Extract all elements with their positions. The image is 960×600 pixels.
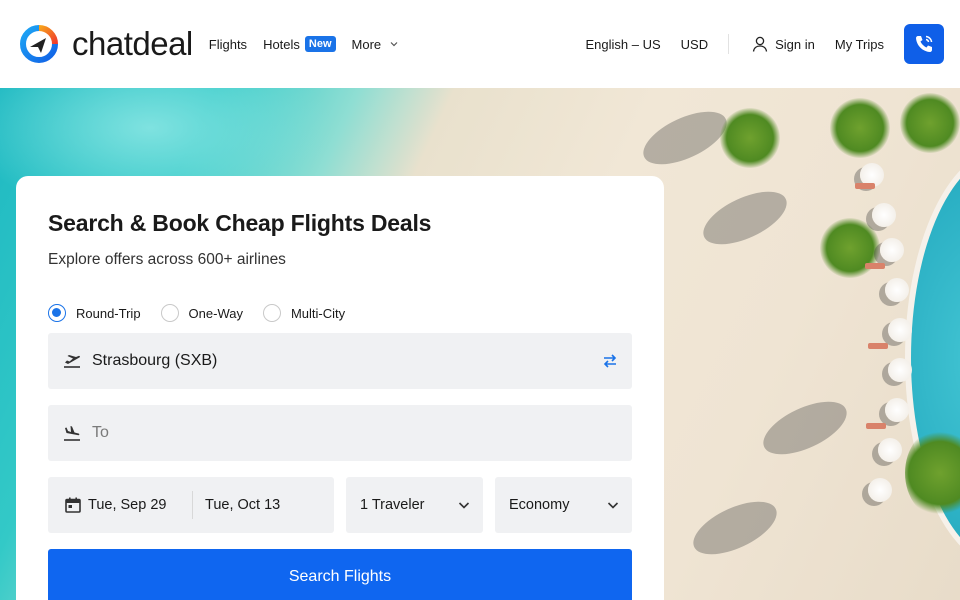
palm-shadow (685, 490, 785, 566)
my-trips-link[interactable]: My Trips (835, 37, 884, 52)
call-button[interactable] (904, 24, 944, 64)
header-divider (728, 34, 730, 54)
trip-type-group: Round-Trip One-Way Multi-City (48, 303, 632, 323)
search-title: Search & Book Cheap Flights Deals (48, 210, 432, 236)
chevron-down-icon (390, 42, 398, 47)
depart-date-value: Tue, Sep 29 (88, 497, 167, 513)
chevron-down-icon (458, 502, 470, 509)
return-date[interactable]: Tue, Oct 13 (193, 497, 280, 513)
search-flights-button[interactable]: Search Flights (48, 549, 632, 600)
trip-type-round-trip[interactable]: Round-Trip (48, 304, 141, 322)
landing-icon (64, 426, 80, 441)
radio-unchecked-icon (160, 304, 179, 322)
new-badge: New (304, 36, 336, 52)
brand-logo[interactable]: chatdeal (16, 25, 193, 63)
radio-checked-icon (48, 304, 66, 322)
nav-flights[interactable]: Flights (209, 37, 247, 52)
swap-icon[interactable] (600, 351, 620, 371)
beach-umbrella (888, 358, 912, 382)
beach-umbrella (888, 318, 912, 342)
search-options-row: Tue, Sep 29 Tue, Oct 13 1 Traveler Econo… (48, 477, 632, 533)
sun-lounger (866, 423, 886, 429)
user-icon (752, 36, 768, 52)
beach-umbrella (878, 438, 902, 462)
search-subtitle: Explore offers across 600+ airlines (48, 251, 286, 268)
cabin-class-select[interactable]: Economy (495, 477, 632, 533)
trip-type-multi-city[interactable]: Multi-City (262, 304, 346, 322)
nav-flights-label: Flights (208, 36, 248, 52)
radio-unchecked-icon (262, 304, 281, 322)
origin-field[interactable]: Strasbourg (SXB) (48, 333, 632, 389)
sun-lounger (855, 183, 875, 189)
travelers-select[interactable]: 1 Traveler (346, 477, 483, 533)
chevron-down-icon (607, 502, 619, 509)
travelers-value: 1 Traveler (360, 497, 425, 513)
trip-type-label: Multi-City (290, 305, 346, 321)
palm-shadow (755, 390, 855, 466)
brand-name: chatdeal (72, 25, 193, 62)
trip-type-label: One-Way (188, 305, 243, 321)
beach-umbrella (868, 478, 892, 502)
beach-umbrella (885, 398, 909, 422)
takeoff-icon (64, 355, 80, 368)
depart-date[interactable]: Tue, Sep 29 (48, 477, 192, 533)
origin-value: Strasbourg (SXB) (92, 352, 218, 369)
beach-umbrella (885, 278, 909, 302)
logo-icon (20, 25, 58, 63)
language-selector[interactable]: English – US (586, 37, 661, 52)
top-header: chatdeal Flights Hotels New More English… (0, 0, 960, 88)
trip-type-one-way[interactable]: One-Way (160, 304, 243, 322)
nav-more[interactable]: More (352, 37, 400, 52)
sun-lounger (865, 263, 885, 269)
currency-selector[interactable]: USD (681, 37, 708, 52)
nav-hotels[interactable]: Hotels New (263, 36, 336, 52)
date-range-field: Tue, Sep 29 Tue, Oct 13 (48, 477, 334, 533)
palm-tree (830, 98, 890, 158)
palm-tree (900, 93, 960, 153)
palm-tree (720, 108, 780, 168)
destination-field[interactable]: To (48, 405, 632, 461)
destination-placeholder: To (92, 424, 109, 441)
flight-search-card: Search & Book Cheap Flights Deals Explor… (16, 176, 664, 600)
sun-lounger (868, 343, 888, 349)
beach-umbrella (880, 238, 904, 262)
palm-shadow (695, 180, 795, 256)
beach-umbrella (872, 203, 896, 227)
nav-more-label: More (351, 36, 382, 52)
palm-tree (820, 218, 880, 278)
sign-in-link[interactable]: Sign in (751, 35, 815, 53)
cabin-class-value: Economy (509, 497, 570, 513)
nav-hotels-label: Hotels (263, 36, 300, 52)
phone-icon (916, 35, 933, 52)
calendar-icon (65, 497, 81, 513)
sign-in-label: Sign in (775, 36, 815, 52)
trip-type-label: Round-Trip (76, 305, 141, 321)
